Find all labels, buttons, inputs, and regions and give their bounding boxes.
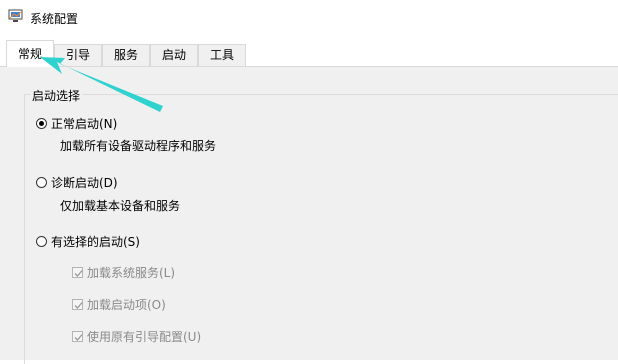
normal-startup-label: 正常启动(N)	[51, 116, 118, 131]
tab-tools[interactable]: 工具	[198, 44, 246, 66]
use-original-boot-config-label: 使用原有引导配置(U)	[87, 329, 202, 344]
system-config-icon	[8, 9, 23, 22]
selective-startup-radio[interactable]	[36, 235, 47, 247]
diagnostic-startup-label: 诊断启动(D)	[51, 175, 118, 190]
tab-boot[interactable]: 引导	[54, 44, 102, 66]
startup-group-title: 启动选择	[30, 87, 83, 104]
load-system-services-checkbox	[72, 266, 83, 278]
diagnostic-startup-description: 仅加载基本设备和服务	[60, 199, 181, 213]
tab-startup[interactable]: 启动	[150, 44, 198, 66]
load-system-services-label: 加载系统服务(L)	[87, 265, 176, 280]
normal-startup-option[interactable]: 正常启动(N)	[36, 115, 117, 131]
startup-group-box	[24, 94, 618, 364]
tab-services[interactable]: 服务	[102, 44, 150, 66]
load-startup-items-checkbox	[72, 298, 83, 310]
use-original-boot-config-option: 使用原有引导配置(U)	[72, 328, 201, 344]
use-original-boot-config-checkbox	[72, 330, 83, 342]
selective-startup-option[interactable]: 有选择的启动(S)	[36, 233, 140, 249]
window-title: 系统配置	[30, 12, 79, 26]
diagnostic-startup-radio[interactable]	[36, 176, 47, 188]
load-system-services-option: 加载系统服务(L)	[72, 264, 175, 280]
load-startup-items-label: 加载启动项(O)	[87, 297, 166, 312]
selective-startup-label: 有选择的启动(S)	[51, 234, 140, 249]
normal-startup-description: 加载所有设备驱动程序和服务	[60, 139, 217, 153]
tab-general[interactable]: 常规	[6, 40, 54, 67]
title-bar: 系统配置	[0, 0, 618, 34]
diagnostic-startup-option[interactable]: 诊断启动(D)	[36, 174, 118, 190]
load-startup-items-option: 加载启动项(O)	[72, 296, 166, 312]
normal-startup-radio[interactable]	[36, 117, 47, 129]
